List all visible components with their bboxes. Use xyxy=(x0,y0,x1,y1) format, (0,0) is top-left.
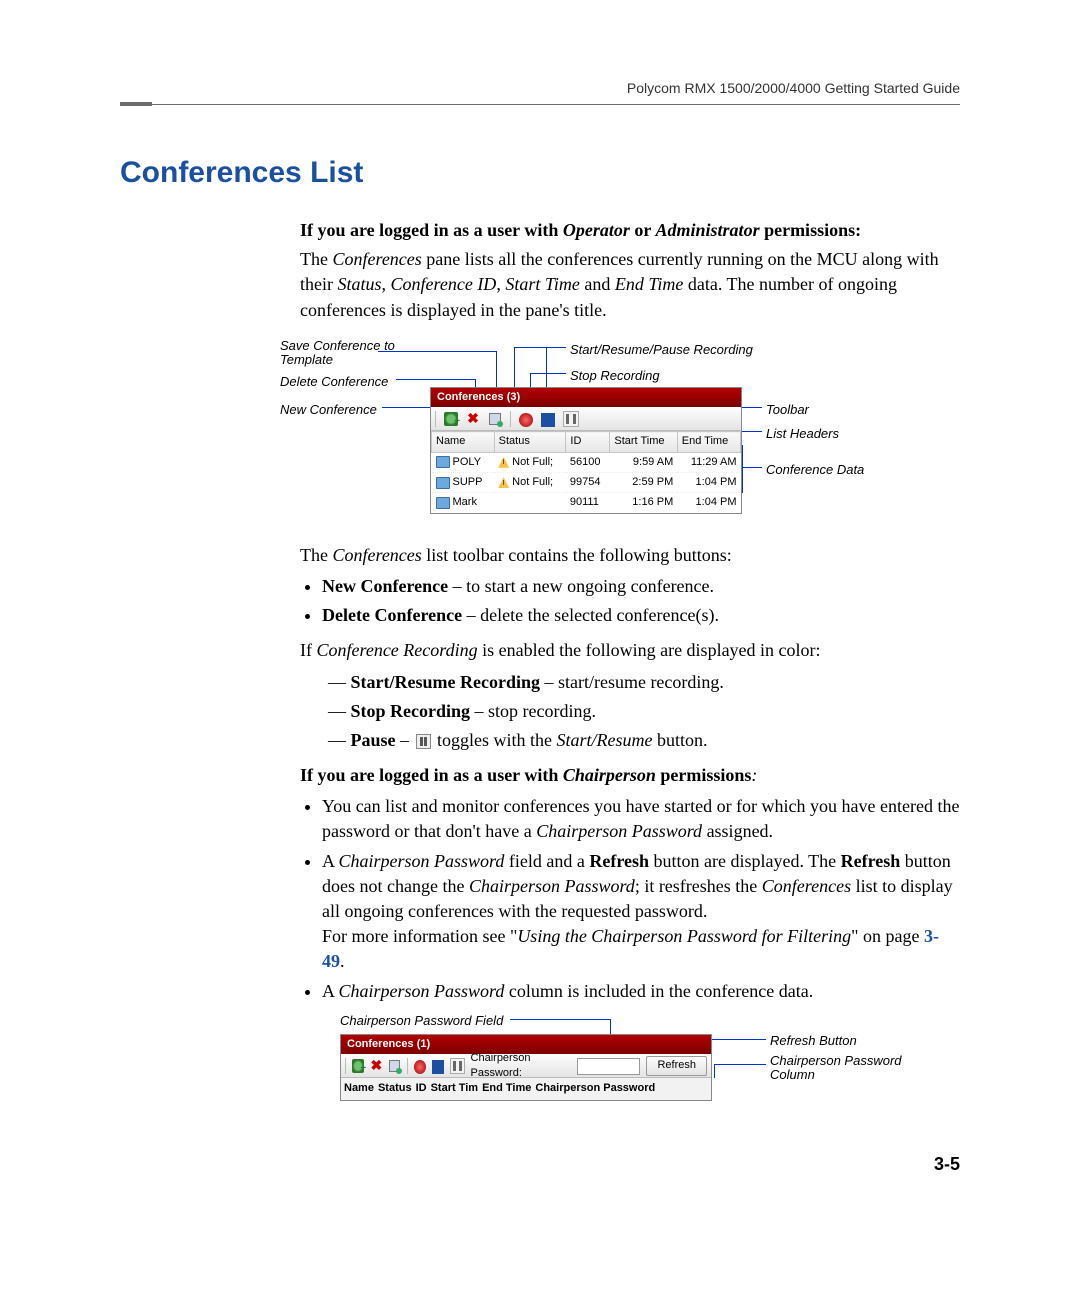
figure-chairperson-pane: Chairperson Password Field Refresh Butto… xyxy=(340,1014,960,1094)
conference-icon xyxy=(436,477,450,489)
chairperson-heading: If you are logged in as a user with Chai… xyxy=(300,763,960,788)
col-status[interactable]: Status xyxy=(377,1080,413,1097)
col-end-time[interactable]: End Time xyxy=(481,1080,532,1097)
pause-recording-icon[interactable] xyxy=(450,1058,464,1074)
col-end-time[interactable]: End Time xyxy=(677,432,740,452)
bullet-new-conference: New Conference – to start a new ongoing … xyxy=(322,574,960,599)
intro-admin-operator: If you are logged in as a user with Oper… xyxy=(300,218,960,243)
col-start-time[interactable]: Start Tim xyxy=(430,1080,479,1097)
callout-save-to-template: Save Conference to Template xyxy=(280,339,410,368)
page-number: 3-5 xyxy=(120,1154,960,1175)
chair-bullet-column: A Chairperson Password column is include… xyxy=(322,979,960,1004)
col-id[interactable]: ID xyxy=(415,1080,428,1097)
callout-stop-recording: Stop Recording xyxy=(570,367,660,385)
chairperson-password-input[interactable] xyxy=(577,1058,640,1075)
callout-toolbar: Toolbar xyxy=(766,401,809,419)
toolbar-intro: The Conferences list toolbar contains th… xyxy=(300,543,960,568)
stop-recording-icon[interactable] xyxy=(541,413,555,427)
conferences-pane-chairperson: Conferences (1) Chairperson Password: Re… xyxy=(340,1034,712,1101)
table-header-row: Name Status ID Start Time End Time xyxy=(432,432,741,452)
conferences-table-chairperson: Name Status ID Start Tim End Time Chairp… xyxy=(341,1078,658,1099)
dash-start-resume: Start/Resume Recording – start/resume re… xyxy=(328,670,960,695)
callout-conference-data: Conference Data xyxy=(766,461,864,479)
save-to-template-icon[interactable] xyxy=(488,412,502,426)
col-start-time[interactable]: Start Time xyxy=(610,432,677,452)
new-conference-icon[interactable] xyxy=(352,1059,364,1073)
callout-new-conference: New Conference xyxy=(280,401,377,419)
running-header: Polycom RMX 1500/2000/4000 Getting Start… xyxy=(120,80,960,96)
dash-stop: Stop Recording – stop recording. xyxy=(328,699,960,724)
pause-recording-icon[interactable] xyxy=(563,411,579,427)
cp-label: Chairperson Password: xyxy=(471,1051,571,1082)
new-conference-icon[interactable] xyxy=(444,412,458,426)
refresh-button[interactable]: Refresh xyxy=(646,1056,707,1075)
col-status[interactable]: Status xyxy=(494,432,566,452)
warning-icon xyxy=(498,457,509,468)
col-chairperson-password[interactable]: Chairperson Password xyxy=(534,1080,656,1097)
pane-title: Conferences (3) xyxy=(431,388,741,407)
pause-icon xyxy=(416,734,431,749)
callout-delete-conference: Delete Conference xyxy=(280,373,388,391)
warning-icon xyxy=(498,477,509,488)
start-recording-icon[interactable] xyxy=(414,1060,426,1074)
header-rule xyxy=(120,102,960,106)
callout-refresh-button: Refresh Button xyxy=(770,1032,857,1050)
col-name[interactable]: Name xyxy=(343,1080,375,1097)
table-row[interactable]: POLY Not Full; 56100 9:59 AM 11:29 AM xyxy=(432,452,741,472)
table-row[interactable]: Mark 90111 1:16 PM 1:04 PM xyxy=(432,493,741,513)
start-recording-icon[interactable] xyxy=(519,413,533,427)
save-to-template-icon[interactable] xyxy=(388,1059,400,1073)
delete-conference-icon[interactable] xyxy=(370,1059,382,1073)
bullet-delete-conference: Delete Conference – delete the selected … xyxy=(322,603,960,628)
delete-conference-icon[interactable] xyxy=(466,412,480,426)
chair-bullet-monitor: You can list and monitor conferences you… xyxy=(322,794,960,844)
conferences-table: Name Status ID Start Time End Time POLY … xyxy=(431,431,741,513)
table-row[interactable]: SUPP Not Full; 99754 2:59 PM 1:04 PM xyxy=(432,472,741,492)
figure-conferences-pane: Save Conference to Template Delete Confe… xyxy=(290,337,960,527)
table-header-row: Name Status ID Start Tim End Time Chairp… xyxy=(343,1080,656,1097)
conference-icon xyxy=(436,456,450,468)
callout-list-headers: List Headers xyxy=(766,425,839,443)
col-name[interactable]: Name xyxy=(432,432,495,452)
chair-bullet-refresh: A Chairperson Password field and a Refre… xyxy=(322,849,960,975)
section-title: Conferences List xyxy=(120,156,960,190)
stop-recording-icon[interactable] xyxy=(432,1060,444,1074)
conference-icon xyxy=(436,497,450,509)
pane-toolbar: Chairperson Password: Refresh xyxy=(341,1054,711,1078)
paragraph-overview: The Conferences pane lists all the confe… xyxy=(300,247,960,323)
callout-cp-field: Chairperson Password Field xyxy=(340,1012,503,1030)
dash-pause: Pause – toggles with the Start/Resume bu… xyxy=(328,728,960,753)
callout-cp-column: Chairperson Password Column xyxy=(770,1054,920,1083)
conferences-pane: Conferences (3) Name Status ID xyxy=(430,387,742,514)
callout-start-resume-pause: Start/Resume/Pause Recording xyxy=(570,341,753,359)
col-id[interactable]: ID xyxy=(566,432,610,452)
recording-condition: If Conference Recording is enabled the f… xyxy=(300,638,960,663)
pane-toolbar xyxy=(431,407,741,431)
